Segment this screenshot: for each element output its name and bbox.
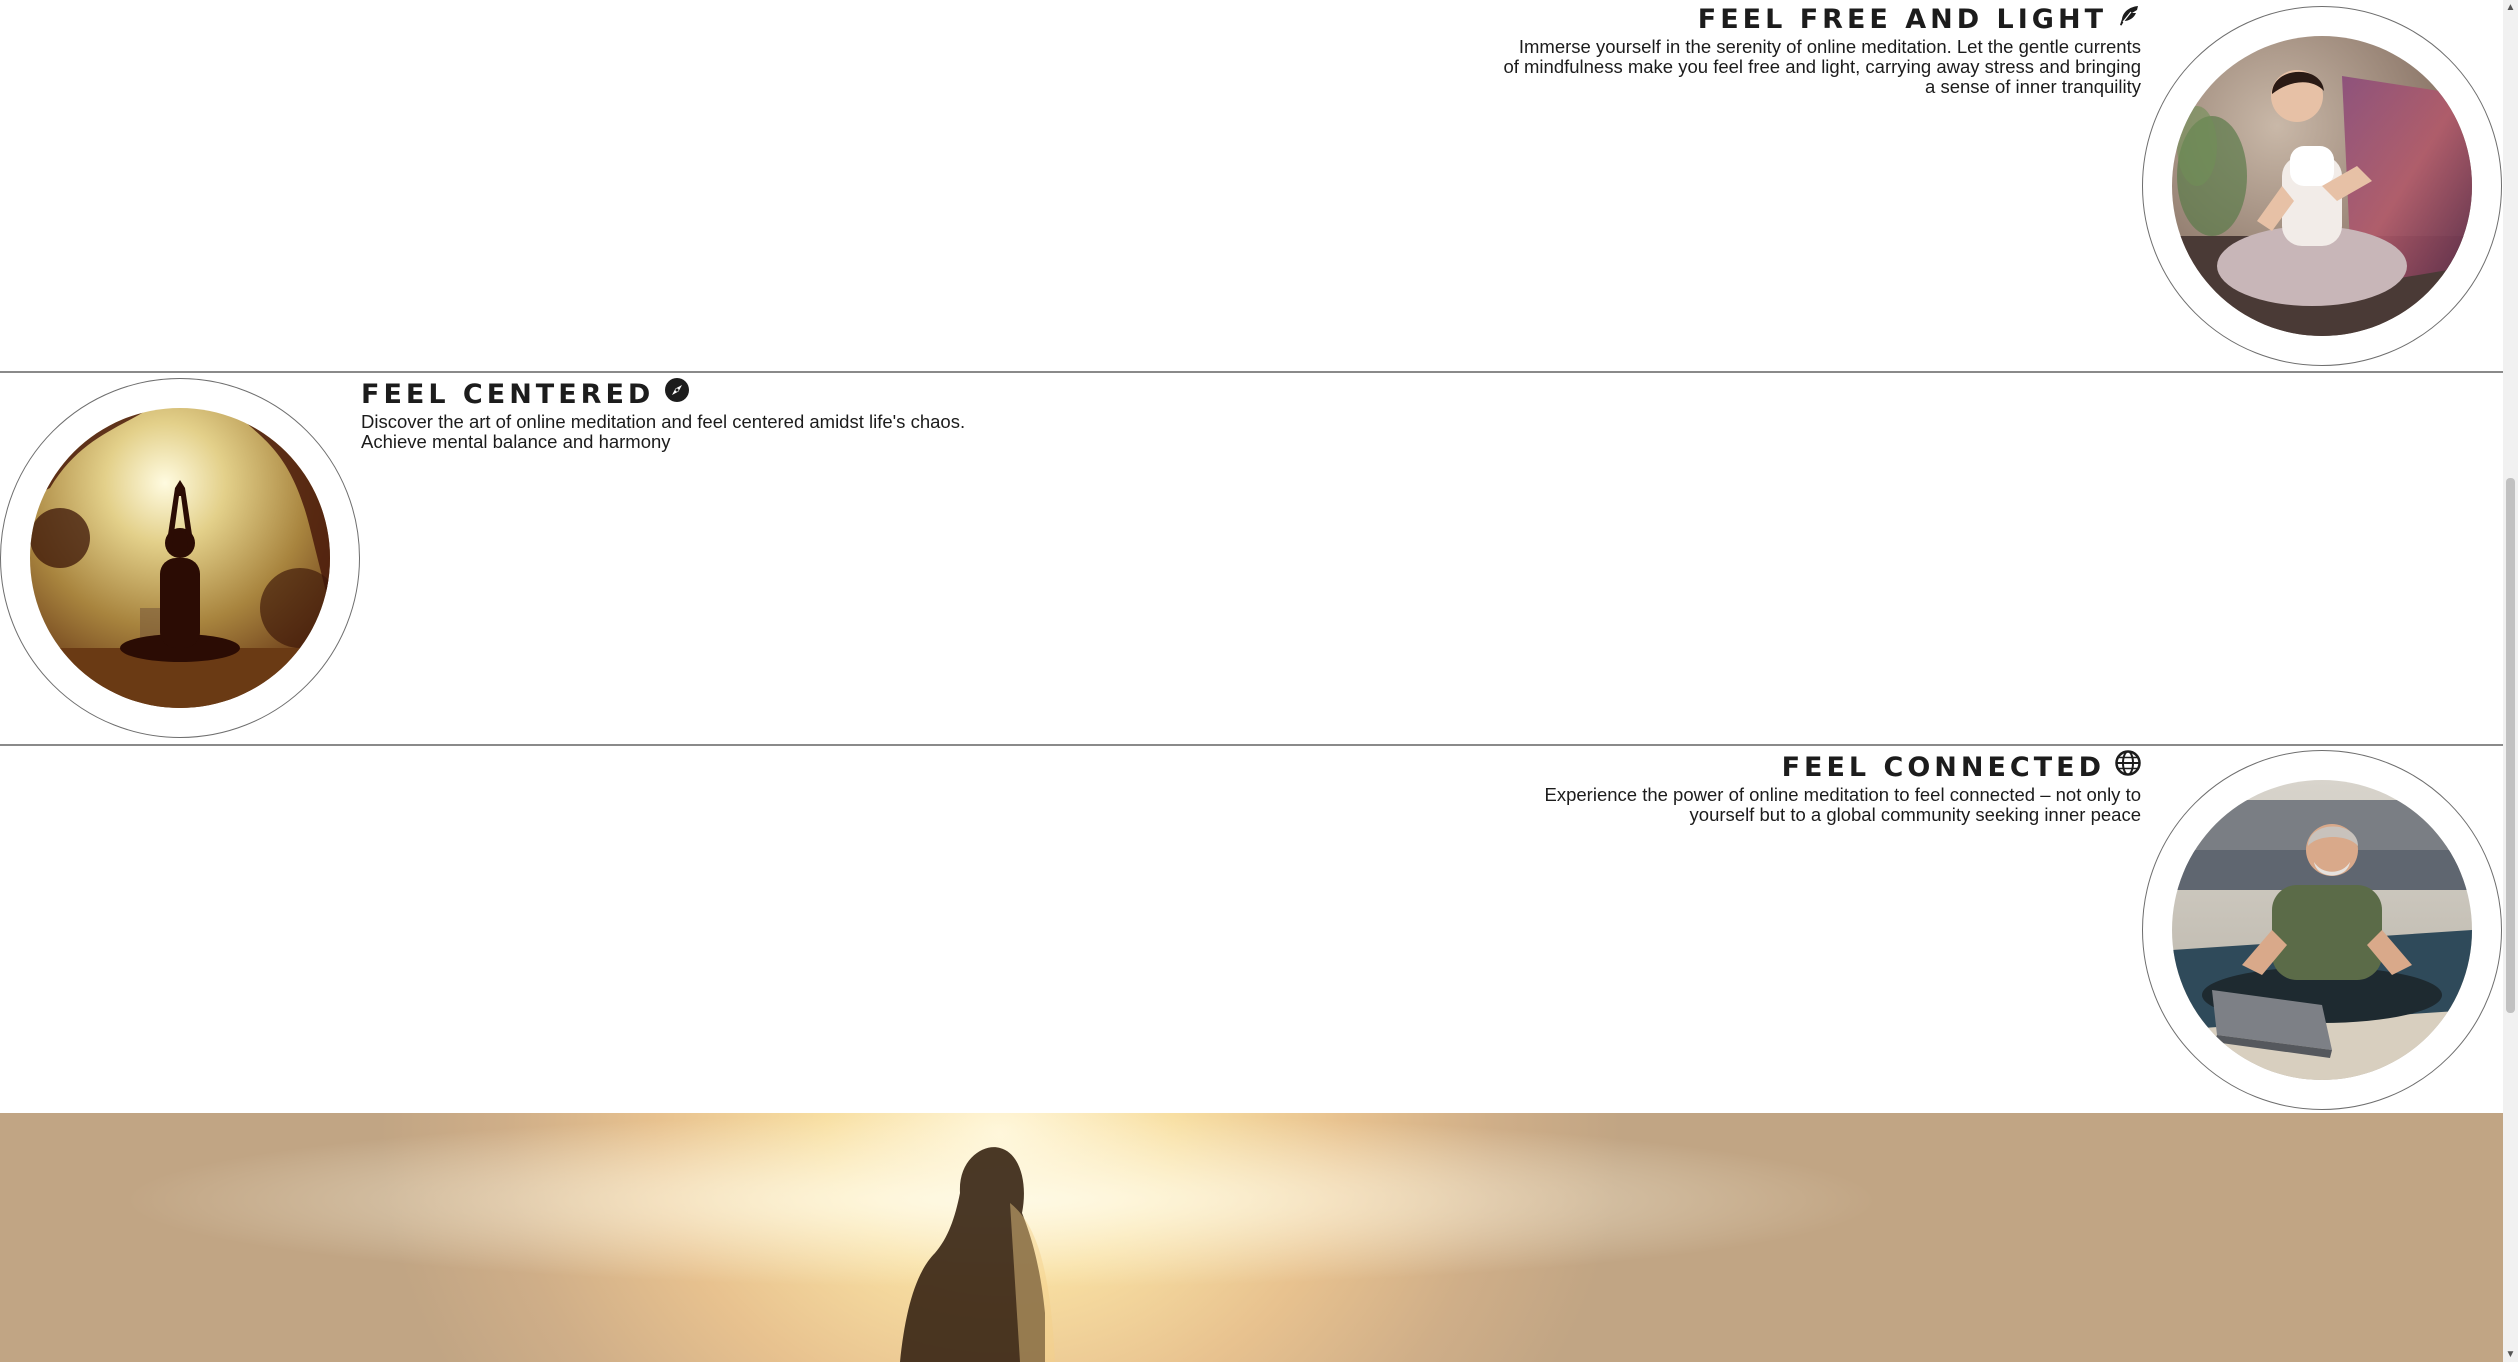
feature-title: FEEL CONNECTED — [1781, 751, 2105, 783]
description-line: a sense of inner tranquility — [1925, 76, 2141, 97]
globe-icon — [2115, 750, 2141, 785]
sunset-yoga-silhouette-photo — [30, 408, 330, 708]
scroll-down-arrow-icon[interactable]: ▼ — [2503, 1347, 2518, 1362]
feature-title: FEEL FREE AND LIGHT — [1697, 4, 2107, 35]
page: FEEL FREE AND LIGHT Immerse yourself in … — [0, 0, 2518, 1362]
woman-meditating-photo — [2172, 36, 2472, 336]
description-line: Achieve mental balance and harmony — [361, 431, 671, 452]
description-line: Discover the art of online meditation an… — [361, 411, 966, 432]
man-meditating-laptop-photo — [2172, 780, 2472, 1080]
feature-heading: FEEL CONNECTED — [1545, 750, 2142, 785]
vertical-scrollbar[interactable]: ▲ ▼ — [2503, 0, 2518, 1362]
feature-description: Discover the art of online meditation an… — [361, 412, 965, 452]
compass-icon — [664, 377, 690, 412]
scroll-up-arrow-icon[interactable]: ▲ — [2503, 0, 2518, 15]
feature-text: FEEL CENTERED Discover the art of online… — [361, 377, 965, 452]
description-line: yourself but to a global community seeki… — [1689, 804, 2141, 825]
feature-heading: FEEL FREE AND LIGHT — [1503, 3, 2141, 37]
feature-description: Immerse yourself in the serenity of onli… — [1503, 37, 2141, 97]
feature-centered: FEEL CENTERED Discover the art of online… — [0, 373, 2503, 745]
photo-frame — [0, 378, 360, 738]
feature-connected: FEEL CONNECTED Experience the power of o… — [0, 746, 2503, 1113]
feature-free-and-light: FEEL FREE AND LIGHT Immerse yourself in … — [0, 0, 2503, 372]
photo-frame — [2142, 750, 2502, 1110]
feature-description: Experience the power of online meditatio… — [1545, 785, 2142, 825]
feature-text: FEEL CONNECTED Experience the power of o… — [1545, 750, 2142, 825]
description-line: Immerse yourself in the serenity of onli… — [1518, 36, 2141, 57]
scrollbar-thumb[interactable] — [2506, 478, 2515, 1013]
feature-text: FEEL FREE AND LIGHT Immerse yourself in … — [1503, 3, 2141, 97]
feature-heading: FEEL CENTERED — [361, 377, 965, 412]
description-line: Experience the power of online meditatio… — [1544, 784, 2142, 805]
feather-icon — [2117, 3, 2141, 37]
hero-banner-image — [0, 1113, 2503, 1362]
feature-title: FEEL CENTERED — [361, 378, 655, 410]
photo-frame — [2142, 6, 2502, 366]
description-line: of mindfulness make you feel free and li… — [1503, 56, 2141, 77]
